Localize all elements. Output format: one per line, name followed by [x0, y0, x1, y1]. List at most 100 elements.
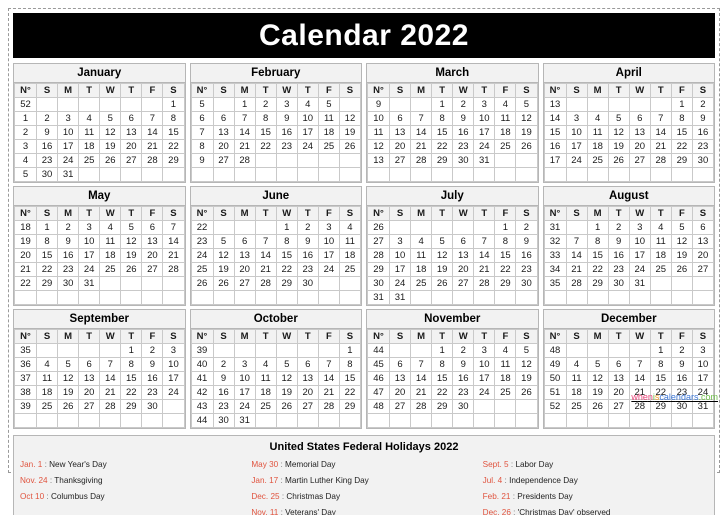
day-cell-october-14[interactable]: 14	[317, 371, 340, 386]
day-cell-november-3[interactable]: 3	[473, 343, 496, 358]
day-cell-october-12[interactable]: 12	[275, 371, 298, 386]
day-cell-october-27[interactable]: 27	[296, 399, 319, 414]
day-cell-august-29[interactable]: 29	[586, 276, 609, 291]
day-cell-april-11[interactable]: 11	[586, 125, 609, 140]
day-cell-may-20[interactable]: 20	[141, 248, 164, 263]
day-cell-october-26[interactable]: 26	[275, 399, 298, 414]
day-cell-november-28[interactable]: 28	[410, 399, 433, 414]
day-cell-august-15[interactable]: 15	[586, 248, 609, 263]
day-cell-may-21[interactable]: 21	[162, 248, 185, 263]
day-cell-may-4[interactable]: 4	[99, 220, 122, 235]
day-cell-may-5[interactable]: 5	[120, 220, 143, 235]
day-cell-october-30[interactable]: 30	[212, 413, 235, 428]
day-cell-may-19[interactable]: 19	[120, 248, 143, 263]
day-cell-november-25[interactable]: 25	[494, 385, 517, 400]
day-cell-january-12[interactable]: 12	[99, 125, 122, 140]
day-cell-may-11[interactable]: 11	[99, 234, 122, 249]
day-cell-april-30[interactable]: 30	[691, 153, 715, 168]
day-cell-september-21[interactable]: 21	[99, 385, 122, 400]
day-cell-october-29[interactable]: 29	[338, 399, 362, 414]
day-cell-february-14[interactable]: 14	[233, 125, 256, 140]
day-cell-january-23[interactable]: 23	[36, 153, 59, 168]
day-cell-june-23[interactable]: 23	[296, 262, 319, 277]
day-cell-july-2[interactable]: 2	[515, 220, 538, 235]
day-cell-february-1[interactable]: 1	[233, 97, 256, 112]
day-cell-july-21[interactable]: 21	[473, 262, 496, 277]
day-cell-april-1[interactable]: 1	[670, 97, 693, 112]
day-cell-july-30[interactable]: 30	[515, 276, 538, 291]
day-cell-april-27[interactable]: 27	[628, 153, 651, 168]
day-cell-june-22[interactable]: 22	[275, 262, 298, 277]
day-cell-march-2[interactable]: 2	[452, 97, 475, 112]
day-cell-january-15[interactable]: 15	[162, 125, 185, 140]
day-cell-march-3[interactable]: 3	[473, 97, 496, 112]
day-cell-july-17[interactable]: 17	[389, 262, 412, 277]
day-cell-november-19[interactable]: 19	[515, 371, 538, 386]
day-cell-april-26[interactable]: 26	[607, 153, 630, 168]
day-cell-march-15[interactable]: 15	[431, 125, 454, 140]
day-cell-january-28[interactable]: 28	[141, 153, 164, 168]
day-cell-march-22[interactable]: 22	[431, 139, 454, 154]
day-cell-august-2[interactable]: 2	[607, 220, 630, 235]
day-cell-june-1[interactable]: 1	[275, 220, 298, 235]
day-cell-september-22[interactable]: 22	[120, 385, 143, 400]
day-cell-november-20[interactable]: 20	[389, 385, 412, 400]
day-cell-october-28[interactable]: 28	[317, 399, 340, 414]
day-cell-august-28[interactable]: 28	[565, 276, 588, 291]
day-cell-november-23[interactable]: 23	[452, 385, 475, 400]
day-cell-june-21[interactable]: 21	[254, 262, 277, 277]
day-cell-december-4[interactable]: 4	[565, 357, 588, 372]
day-cell-september-23[interactable]: 23	[141, 385, 164, 400]
day-cell-may-13[interactable]: 13	[141, 234, 164, 249]
day-cell-january-6[interactable]: 6	[120, 111, 143, 126]
day-cell-march-18[interactable]: 18	[494, 125, 517, 140]
day-cell-january-30[interactable]: 30	[36, 167, 59, 182]
day-cell-june-11[interactable]: 11	[338, 234, 362, 249]
day-cell-july-8[interactable]: 8	[494, 234, 517, 249]
day-cell-june-27[interactable]: 27	[233, 276, 256, 291]
day-cell-september-3[interactable]: 3	[162, 343, 185, 358]
day-cell-september-25[interactable]: 25	[36, 399, 59, 414]
day-cell-december-26[interactable]: 26	[586, 399, 609, 414]
day-cell-may-6[interactable]: 6	[141, 220, 164, 235]
day-cell-december-2[interactable]: 2	[670, 343, 693, 358]
day-cell-july-28[interactable]: 28	[473, 276, 496, 291]
day-cell-may-3[interactable]: 3	[78, 220, 101, 235]
day-cell-may-23[interactable]: 23	[57, 262, 80, 277]
day-cell-august-20[interactable]: 20	[691, 248, 715, 263]
day-cell-august-7[interactable]: 7	[565, 234, 588, 249]
day-cell-august-12[interactable]: 12	[670, 234, 693, 249]
day-cell-november-6[interactable]: 6	[389, 357, 412, 372]
day-cell-august-30[interactable]: 30	[607, 276, 630, 291]
day-cell-march-25[interactable]: 25	[494, 139, 517, 154]
day-cell-march-13[interactable]: 13	[389, 125, 412, 140]
day-cell-june-15[interactable]: 15	[275, 248, 298, 263]
day-cell-july-3[interactable]: 3	[389, 234, 412, 249]
day-cell-september-14[interactable]: 14	[99, 371, 122, 386]
day-cell-june-3[interactable]: 3	[317, 220, 340, 235]
day-cell-may-8[interactable]: 8	[36, 234, 59, 249]
day-cell-february-5[interactable]: 5	[317, 97, 340, 112]
day-cell-june-13[interactable]: 13	[233, 248, 256, 263]
day-cell-march-5[interactable]: 5	[515, 97, 538, 112]
day-cell-february-16[interactable]: 16	[275, 125, 298, 140]
day-cell-december-25[interactable]: 25	[565, 399, 588, 414]
day-cell-may-10[interactable]: 10	[78, 234, 101, 249]
day-cell-january-5[interactable]: 5	[99, 111, 122, 126]
day-cell-may-30[interactable]: 30	[57, 276, 80, 291]
day-cell-december-16[interactable]: 16	[670, 371, 693, 386]
day-cell-november-24[interactable]: 24	[473, 385, 496, 400]
day-cell-january-29[interactable]: 29	[162, 153, 185, 168]
day-cell-february-6[interactable]: 6	[212, 111, 235, 126]
day-cell-july-24[interactable]: 24	[389, 276, 412, 291]
day-cell-november-5[interactable]: 5	[515, 343, 538, 358]
day-cell-july-25[interactable]: 25	[410, 276, 433, 291]
day-cell-june-25[interactable]: 25	[338, 262, 362, 277]
day-cell-september-16[interactable]: 16	[141, 371, 164, 386]
day-cell-june-24[interactable]: 24	[317, 262, 340, 277]
day-cell-march-19[interactable]: 19	[515, 125, 538, 140]
day-cell-march-1[interactable]: 1	[431, 97, 454, 112]
day-cell-june-26[interactable]: 26	[212, 276, 235, 291]
day-cell-july-14[interactable]: 14	[473, 248, 496, 263]
day-cell-december-19[interactable]: 19	[586, 385, 609, 400]
